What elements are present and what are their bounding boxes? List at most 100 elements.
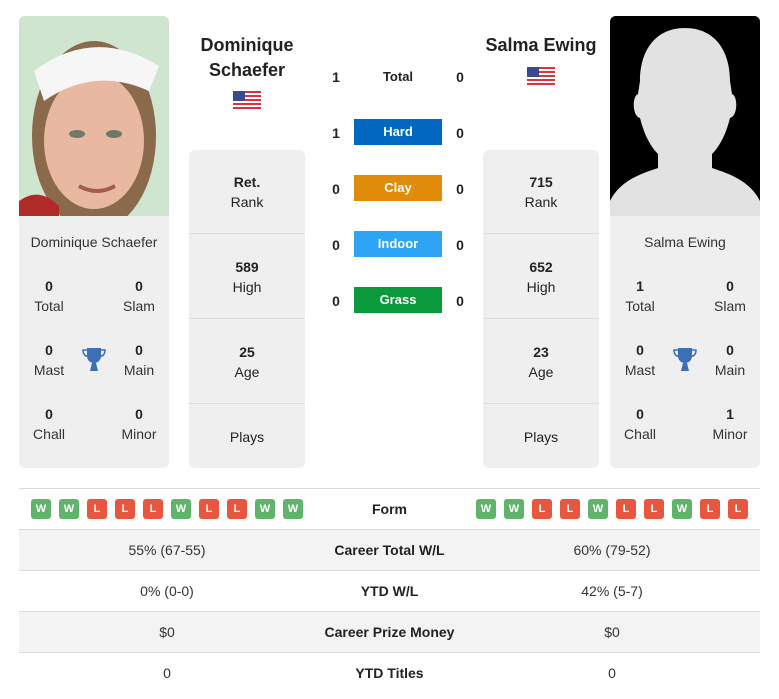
form-loss-badge[interactable]: L — [532, 499, 552, 519]
form-loss-badge[interactable]: L — [728, 499, 748, 519]
player2-ytd-wl: 42% (5-7) — [581, 583, 643, 599]
form-loss-badge[interactable]: L — [616, 499, 636, 519]
form-win-badge[interactable]: W — [504, 499, 524, 519]
h2h-p1-clay: 0 — [332, 181, 340, 197]
player2-high: 652 High — [526, 259, 556, 295]
player1-high: 589 High — [232, 259, 262, 295]
player2-minor-titles: 1 Minor — [712, 406, 748, 442]
player2-name[interactable]: Salma Ewing — [481, 33, 601, 58]
h2h-indoor-row: 0 Indoor 0 — [320, 231, 480, 259]
player2-career-wl: 60% (79-52) — [573, 542, 651, 558]
h2h-p1-grass: 0 — [332, 293, 340, 309]
form-loss-badge[interactable]: L — [227, 499, 247, 519]
prize-money-label: Career Prize Money — [324, 624, 455, 640]
comparison-table: WWLLLWLLWW Form WWLLWLLWLL 55% (67-55) C… — [19, 488, 760, 693]
player2-total-titles: 1 Total — [625, 278, 655, 314]
player1-info-card: Dominique Schaefer 0 Total 0 Slam 0 Mast 0M… — [19, 216, 169, 468]
career-wl-label: Career Total W/L — [334, 542, 445, 558]
player2-full-name[interactable]: Salma Ewing — [610, 234, 760, 250]
form-loss-badge[interactable]: L — [143, 499, 163, 519]
player1-career-wl: 55% (67-55) — [128, 542, 206, 558]
player1-main-titles: 0 Main — [123, 342, 155, 378]
prize-money-row: $0 Career Prize Money $0 — [19, 611, 760, 652]
ytd-titles-label: YTD Titles — [355, 665, 424, 681]
form-win-badge[interactable]: W — [59, 499, 79, 519]
player1-total-titles: 0 Total — [34, 278, 64, 314]
player1-mast-titles: 0 Mast — [33, 342, 65, 378]
divider — [189, 318, 305, 319]
h2h-total-row: 1 Total 0 — [320, 63, 480, 91]
player1-name[interactable]: Dominique Schaefer — [187, 33, 307, 83]
ytd-wl-label: YTD W/L — [360, 583, 419, 599]
player1-age: 25 Age — [234, 344, 260, 380]
player2-chall-titles: 0 Chall — [624, 406, 656, 442]
player2-rank: 715 Rank — [524, 174, 558, 210]
player1-slam-titles: 0 Slam — [123, 278, 155, 314]
player1-prize-money: $0 — [159, 624, 175, 640]
h2h-p2-total: 0 — [456, 69, 464, 85]
form-win-badge[interactable]: W — [672, 499, 692, 519]
career-wl-row: 55% (67-55) Career Total W/L 60% (79-52) — [19, 529, 760, 570]
h2h-p1-indoor: 0 — [332, 237, 340, 253]
form-loss-badge[interactable]: L — [560, 499, 580, 519]
surface-hard-badge[interactable]: Hard — [354, 119, 442, 145]
h2h-clay-row: 0 Clay 0 — [320, 175, 480, 203]
us-flag-icon — [527, 67, 555, 87]
form-win-badge[interactable]: W — [588, 499, 608, 519]
player2-mast-titles: 0 Mast — [624, 342, 656, 378]
form-win-badge[interactable]: W — [476, 499, 496, 519]
player1-form: WWLLLWLLWW — [19, 499, 315, 519]
h2h-p2-hard: 0 — [456, 125, 464, 141]
form-win-badge[interactable]: W — [31, 499, 51, 519]
form-loss-badge[interactable]: L — [644, 499, 664, 519]
form-loss-badge[interactable]: L — [700, 499, 720, 519]
surface-indoor-badge[interactable]: Indoor — [354, 231, 442, 257]
h2h-grass-row: 0 Grass 0 — [320, 287, 480, 315]
us-flag-icon — [233, 91, 261, 111]
surface-clay-badge[interactable]: Clay — [354, 175, 442, 201]
player1-chall-titles: 0 Chall — [33, 406, 65, 442]
player1-ytd-wl: 0% (0-0) — [140, 583, 194, 599]
surface-grass-badge[interactable]: Grass — [354, 287, 442, 313]
player2-main-titles: 0 Main — [714, 342, 746, 378]
player2-rank-column: 715 Rank 652 High 23 Age Plays — [483, 150, 599, 468]
form-loss-badge[interactable]: L — [87, 499, 107, 519]
h2h-hard-row: 1 Hard 0 — [320, 119, 480, 147]
divider — [189, 403, 305, 404]
player2-slam-titles: 0 Slam — [714, 278, 746, 314]
player2-header: Salma Ewing — [481, 33, 601, 58]
h2h-p1-hard: 1 — [332, 125, 340, 141]
player1-ytd-titles: 0 — [163, 665, 171, 681]
h2h-p2-grass: 0 — [456, 293, 464, 309]
form-win-badge[interactable]: W — [171, 499, 191, 519]
divider — [483, 233, 599, 234]
player2-form: WWLLWLLWLL — [464, 499, 760, 519]
player1-photo[interactable] — [19, 16, 169, 216]
player1-header: Dominique Schaefer — [187, 33, 307, 83]
divider — [483, 318, 599, 319]
player2-info-card: Salma Ewing 1 Total 0 Slam 0 Mast 0 Main 0 Ch… — [610, 216, 760, 468]
player1-rank: Ret. Rank — [230, 174, 264, 210]
ytd-wl-row: 0% (0-0) YTD W/L 42% (5-7) — [19, 570, 760, 611]
avatar-silhouette-icon — [610, 16, 760, 216]
player2-ytd-titles: 0 — [608, 665, 616, 681]
player2-age: 23 Age — [528, 344, 554, 380]
player1-full-name[interactable]: Dominique Schaefer — [19, 234, 169, 250]
player1-portrait — [19, 16, 169, 216]
form-label: Form — [372, 501, 407, 517]
form-loss-badge[interactable]: L — [115, 499, 135, 519]
divider — [189, 233, 305, 234]
form-win-badge[interactable]: W — [283, 499, 303, 519]
h2h-p1-total: 1 — [332, 69, 340, 85]
ytd-titles-row: 0 YTD Titles 0 — [19, 652, 760, 693]
divider — [483, 403, 599, 404]
player1-minor-titles: 0 Minor — [121, 406, 157, 442]
trophy-icon — [82, 348, 106, 371]
form-win-badge[interactable]: W — [255, 499, 275, 519]
player2-prize-money: $0 — [604, 624, 620, 640]
player2-photo[interactable] — [610, 16, 760, 216]
form-loss-badge[interactable]: L — [199, 499, 219, 519]
h2h-p2-clay: 0 — [456, 181, 464, 197]
trophy-icon — [673, 348, 697, 371]
form-row: WWLLLWLLWW Form WWLLWLLWLL — [19, 488, 760, 529]
